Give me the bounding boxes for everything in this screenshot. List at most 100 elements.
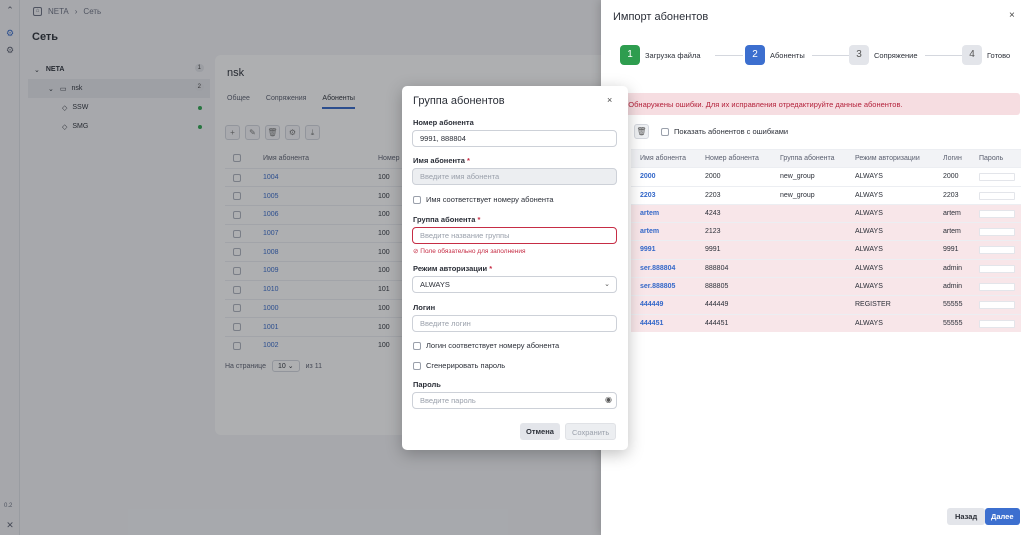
- group-label-text: Группа абонента: [413, 215, 476, 224]
- show-errors-checkbox[interactable]: [661, 127, 669, 136]
- column-header: Пароль: [979, 155, 1004, 162]
- cell-auth: ALWAYS: [855, 209, 883, 217]
- table-row[interactable]: 2000 2000 new_group ALWAYS 2000: [631, 167, 1021, 185]
- name-label-text: Имя абонента: [413, 156, 465, 165]
- cell-auth: ALWAYS: [855, 283, 883, 291]
- import-table: Имя абонента Номер абонента Группа абоне…: [631, 149, 1021, 332]
- table-row[interactable]: 2203 2203 new_group ALWAYS 2203: [631, 185, 1021, 204]
- password-mask: [979, 319, 1015, 328]
- subscriber-name-link[interactable]: artem: [640, 228, 659, 235]
- eye-icon[interactable]: ◉: [605, 395, 612, 404]
- close-icon[interactable]: ×: [1009, 10, 1015, 21]
- step-number: 4: [962, 45, 982, 65]
- save-button[interactable]: Сохранить: [565, 423, 617, 440]
- step-number: 3: [849, 45, 869, 65]
- subscriber-name-link[interactable]: 444451: [640, 320, 663, 327]
- cell-number: 2000: [705, 173, 721, 181]
- close-icon[interactable]: ×: [607, 95, 612, 105]
- column-header: Имя абонента: [640, 155, 687, 162]
- table-row-error[interactable]: 444451 444451 ALWAYS 55555: [631, 313, 1021, 332]
- table-row-error[interactable]: 9991 9991 ALWAYS 9991: [631, 240, 1021, 259]
- generate-password-toggle[interactable]: Сгенерировать пароль: [413, 361, 505, 370]
- number-field[interactable]: [412, 130, 617, 147]
- step-label: Абоненты: [770, 50, 805, 60]
- cell-number: 2123: [705, 228, 721, 236]
- cancel-button[interactable]: Отмена: [520, 423, 560, 440]
- name-label: Имя абонента *: [413, 156, 470, 165]
- required-mark: *: [489, 264, 493, 273]
- step-done: 4 Готово: [962, 45, 1010, 65]
- cell-login: 9991: [943, 246, 959, 254]
- step-interfaces: 3 Сопряжение: [849, 45, 918, 65]
- table-row-error[interactable]: ser.888804 888804 ALWAYS admin: [631, 258, 1021, 278]
- step-upload: 1 Загрузка файла: [620, 45, 701, 65]
- required-mark: *: [466, 156, 470, 165]
- cell-login: 55555: [943, 319, 963, 327]
- table-row-error[interactable]: artem 4243 ALWAYS artem: [631, 203, 1021, 223]
- next-button[interactable]: Далее: [985, 508, 1020, 525]
- number-label: Номер абонента: [413, 118, 474, 127]
- subscriber-name-link[interactable]: 2203: [640, 192, 656, 199]
- step-number: 2: [745, 45, 765, 65]
- auth-select[interactable]: ALWAYS ⌄: [412, 276, 617, 293]
- cell-auth: ALWAYS: [855, 319, 883, 327]
- password-wrap: ◉: [412, 392, 617, 409]
- name-matches-label: Имя соответствует номеру абонента: [426, 195, 554, 204]
- password-mask: [979, 246, 1015, 255]
- subscriber-name-link[interactable]: 444449: [640, 301, 663, 308]
- error-banner: ⊘ Обнаружены ошибки. Для их исправления …: [609, 93, 1020, 115]
- back-button[interactable]: Назад: [947, 508, 986, 525]
- subscriber-name-link[interactable]: ser.888805: [640, 283, 675, 290]
- subscriber-group-dialog: Группа абонентов × Номер абонента Имя аб…: [402, 86, 628, 450]
- cell-login: 2203: [943, 191, 959, 199]
- table-row-error[interactable]: ser.888805 888805 ALWAYS admin: [631, 277, 1021, 296]
- table-row-error[interactable]: artem 2123 ALWAYS artem: [631, 222, 1021, 241]
- step-number: 1: [620, 45, 640, 65]
- login-matches-toggle[interactable]: Логин соответствует номеру абонента: [413, 341, 559, 350]
- auth-label: Режим авторизации *: [413, 264, 492, 273]
- login-matches-checkbox[interactable]: [413, 341, 421, 350]
- chevron-down-icon: ⌄: [604, 281, 610, 288]
- login-label: Логин: [413, 303, 436, 312]
- error-text: Обнаружены ошибки. Для их исправления от…: [628, 99, 903, 109]
- password-mask: [979, 209, 1015, 218]
- cell-auth: ALWAYS: [855, 246, 883, 254]
- cell-login: admin: [943, 264, 963, 272]
- stepper: 1 Загрузка файла 2 Абоненты 3 Сопряжение…: [620, 45, 1015, 65]
- dialog-title: Группа абонентов: [413, 95, 505, 107]
- cell-login: 55555: [943, 301, 963, 309]
- login-field[interactable]: [412, 315, 617, 332]
- subscriber-name-link[interactable]: 9991: [640, 246, 656, 253]
- password-mask: [979, 228, 1015, 237]
- show-errors-toggle[interactable]: Показать абонентов с ошибками: [661, 127, 788, 136]
- group-field[interactable]: [412, 227, 617, 244]
- cell-auth: ALWAYS: [855, 191, 883, 199]
- generate-password-checkbox[interactable]: [413, 361, 421, 370]
- required-mark: *: [477, 215, 481, 224]
- cell-group: new_group: [780, 173, 815, 181]
- cell-login: artem: [943, 228, 961, 236]
- password-mask: [979, 301, 1015, 310]
- cell-number: 888805: [705, 283, 729, 291]
- cell-number: 444449: [705, 301, 729, 309]
- cell-number: 888804: [705, 264, 729, 272]
- error-icon: ⊘: [413, 248, 419, 255]
- name-matches-toggle[interactable]: Имя соответствует номеру абонента: [413, 195, 554, 204]
- subscriber-name-link[interactable]: artem: [640, 210, 659, 217]
- step-connector: [925, 55, 963, 56]
- subscriber-name-link[interactable]: 2000: [640, 173, 656, 180]
- cell-number: 9991: [705, 246, 721, 254]
- step-subscribers: 2 Абоненты: [745, 45, 805, 65]
- name-field: [412, 168, 617, 185]
- password-field[interactable]: [412, 392, 617, 409]
- delete-button[interactable]: 🗑: [634, 124, 649, 139]
- cell-auth: ALWAYS: [855, 264, 883, 272]
- password-mask: [979, 283, 1015, 292]
- subscriber-name-link[interactable]: ser.888804: [640, 265, 675, 272]
- password-mask: [979, 173, 1015, 182]
- table-header: Имя абонента Номер абонента Группа абоне…: [631, 149, 1021, 168]
- cell-group: new_group: [780, 191, 815, 199]
- group-error-text: Поле обязательно для заполнения: [420, 248, 526, 255]
- table-row-error[interactable]: 444449 444449 REGISTER 55555: [631, 295, 1021, 314]
- name-matches-checkbox[interactable]: [413, 195, 421, 204]
